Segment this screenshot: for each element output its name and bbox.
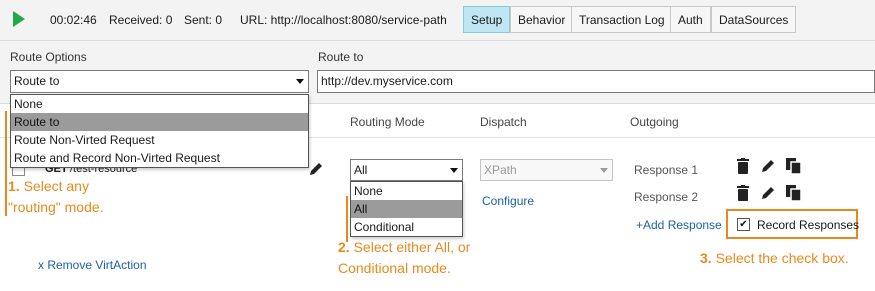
callout-1: 1. Select any "routing" mode. bbox=[8, 176, 104, 218]
tab-setup[interactable]: Setup bbox=[463, 6, 511, 33]
record-responses-label[interactable]: Record Responses bbox=[757, 218, 859, 232]
callout-2-number: 2. bbox=[338, 239, 350, 255]
trash-icon[interactable] bbox=[736, 185, 750, 201]
route-options-dropdown: None Route to Route Non-Virted Request R… bbox=[10, 94, 309, 168]
dispatch-value: XPath bbox=[484, 163, 517, 177]
routing-mode-select[interactable]: All bbox=[350, 159, 463, 181]
chevron-down-icon bbox=[600, 168, 608, 173]
callout-3-text: Select the check box. bbox=[715, 250, 849, 266]
record-responses-highlight: ✔ Record Responses bbox=[726, 209, 859, 239]
route-options-select[interactable]: Route to bbox=[10, 70, 309, 93]
routing-mode-option-all[interactable]: All bbox=[351, 200, 462, 218]
timer: 00:02:46 bbox=[50, 13, 97, 27]
edit-icon[interactable] bbox=[307, 160, 325, 178]
play-icon[interactable] bbox=[13, 11, 25, 27]
chevron-down-icon bbox=[296, 79, 304, 84]
route-to-value: http://dev.myservice.com bbox=[321, 74, 453, 88]
callout-3-number: 3. bbox=[700, 250, 712, 266]
dispatch-select[interactable]: XPath bbox=[480, 159, 613, 181]
received-count: Received: 0 bbox=[109, 13, 173, 27]
callout-1-line2: "routing" mode. bbox=[8, 199, 104, 215]
checkbox-icon[interactable]: ✔ bbox=[737, 218, 750, 231]
edit-icon[interactable] bbox=[760, 185, 776, 201]
callout-2-bar bbox=[346, 196, 348, 242]
callout-1-number: 1. bbox=[8, 178, 20, 194]
sent-count: Sent: 0 bbox=[184, 13, 223, 27]
callout-2: 2. Select either All, or Conditional mod… bbox=[338, 237, 470, 279]
tab-behavior[interactable]: Behavior bbox=[510, 6, 574, 33]
route-option-non-virted[interactable]: Route Non-Virted Request bbox=[11, 131, 308, 149]
route-to-input[interactable]: http://dev.myservice.com bbox=[317, 70, 875, 93]
copy-icon[interactable] bbox=[785, 157, 803, 175]
copy-icon[interactable] bbox=[785, 184, 803, 202]
callout-1-bar bbox=[5, 111, 7, 216]
remove-virtaction-link[interactable]: x Remove VirtAction bbox=[38, 258, 147, 272]
response-2[interactable]: Response 2 bbox=[634, 190, 698, 204]
tab-transaction-log[interactable]: Transaction Log bbox=[571, 6, 673, 33]
callout-1-line1: Select any bbox=[23, 178, 89, 194]
chevron-down-icon bbox=[450, 168, 458, 173]
routing-mode-dropdown: None All Conditional bbox=[350, 181, 463, 237]
route-options-label: Route Options bbox=[10, 50, 87, 64]
callout-3: 3. Select the check box. bbox=[700, 248, 849, 269]
status-toolbar: 00:02:46 Received: 0 Sent: 0 URL: http:/… bbox=[0, 0, 875, 41]
trash-icon[interactable] bbox=[736, 158, 750, 174]
response-1[interactable]: Response 1 bbox=[634, 163, 698, 177]
routing-mode-selected: All bbox=[354, 163, 368, 177]
routing-mode-option-conditional[interactable]: Conditional bbox=[351, 218, 462, 236]
header-dispatch: Dispatch bbox=[480, 115, 527, 129]
edit-icon[interactable] bbox=[760, 158, 776, 174]
tab-datasources[interactable]: DataSources bbox=[711, 6, 797, 33]
route-option-route-and-record[interactable]: Route and Record Non-Virted Request bbox=[11, 149, 308, 167]
configure-link[interactable]: Configure bbox=[482, 194, 534, 208]
tab-auth[interactable]: Auth bbox=[670, 6, 711, 33]
header-routing-mode: Routing Mode bbox=[350, 115, 425, 129]
route-option-none[interactable]: None bbox=[11, 95, 308, 113]
routing-mode-option-none[interactable]: None bbox=[351, 182, 462, 200]
route-to-label: Route to bbox=[318, 50, 364, 64]
callout-2-line1: Select either All, or bbox=[353, 239, 471, 255]
route-options-selected: Route to bbox=[14, 74, 60, 88]
add-response-link[interactable]: +Add Response bbox=[636, 218, 722, 232]
header-outgoing: Outgoing bbox=[630, 115, 679, 129]
callout-2-line2: Conditional mode. bbox=[338, 260, 451, 276]
service-url: URL: http://localhost:8080/service-path bbox=[240, 13, 447, 27]
route-option-route-to[interactable]: Route to bbox=[11, 113, 308, 131]
